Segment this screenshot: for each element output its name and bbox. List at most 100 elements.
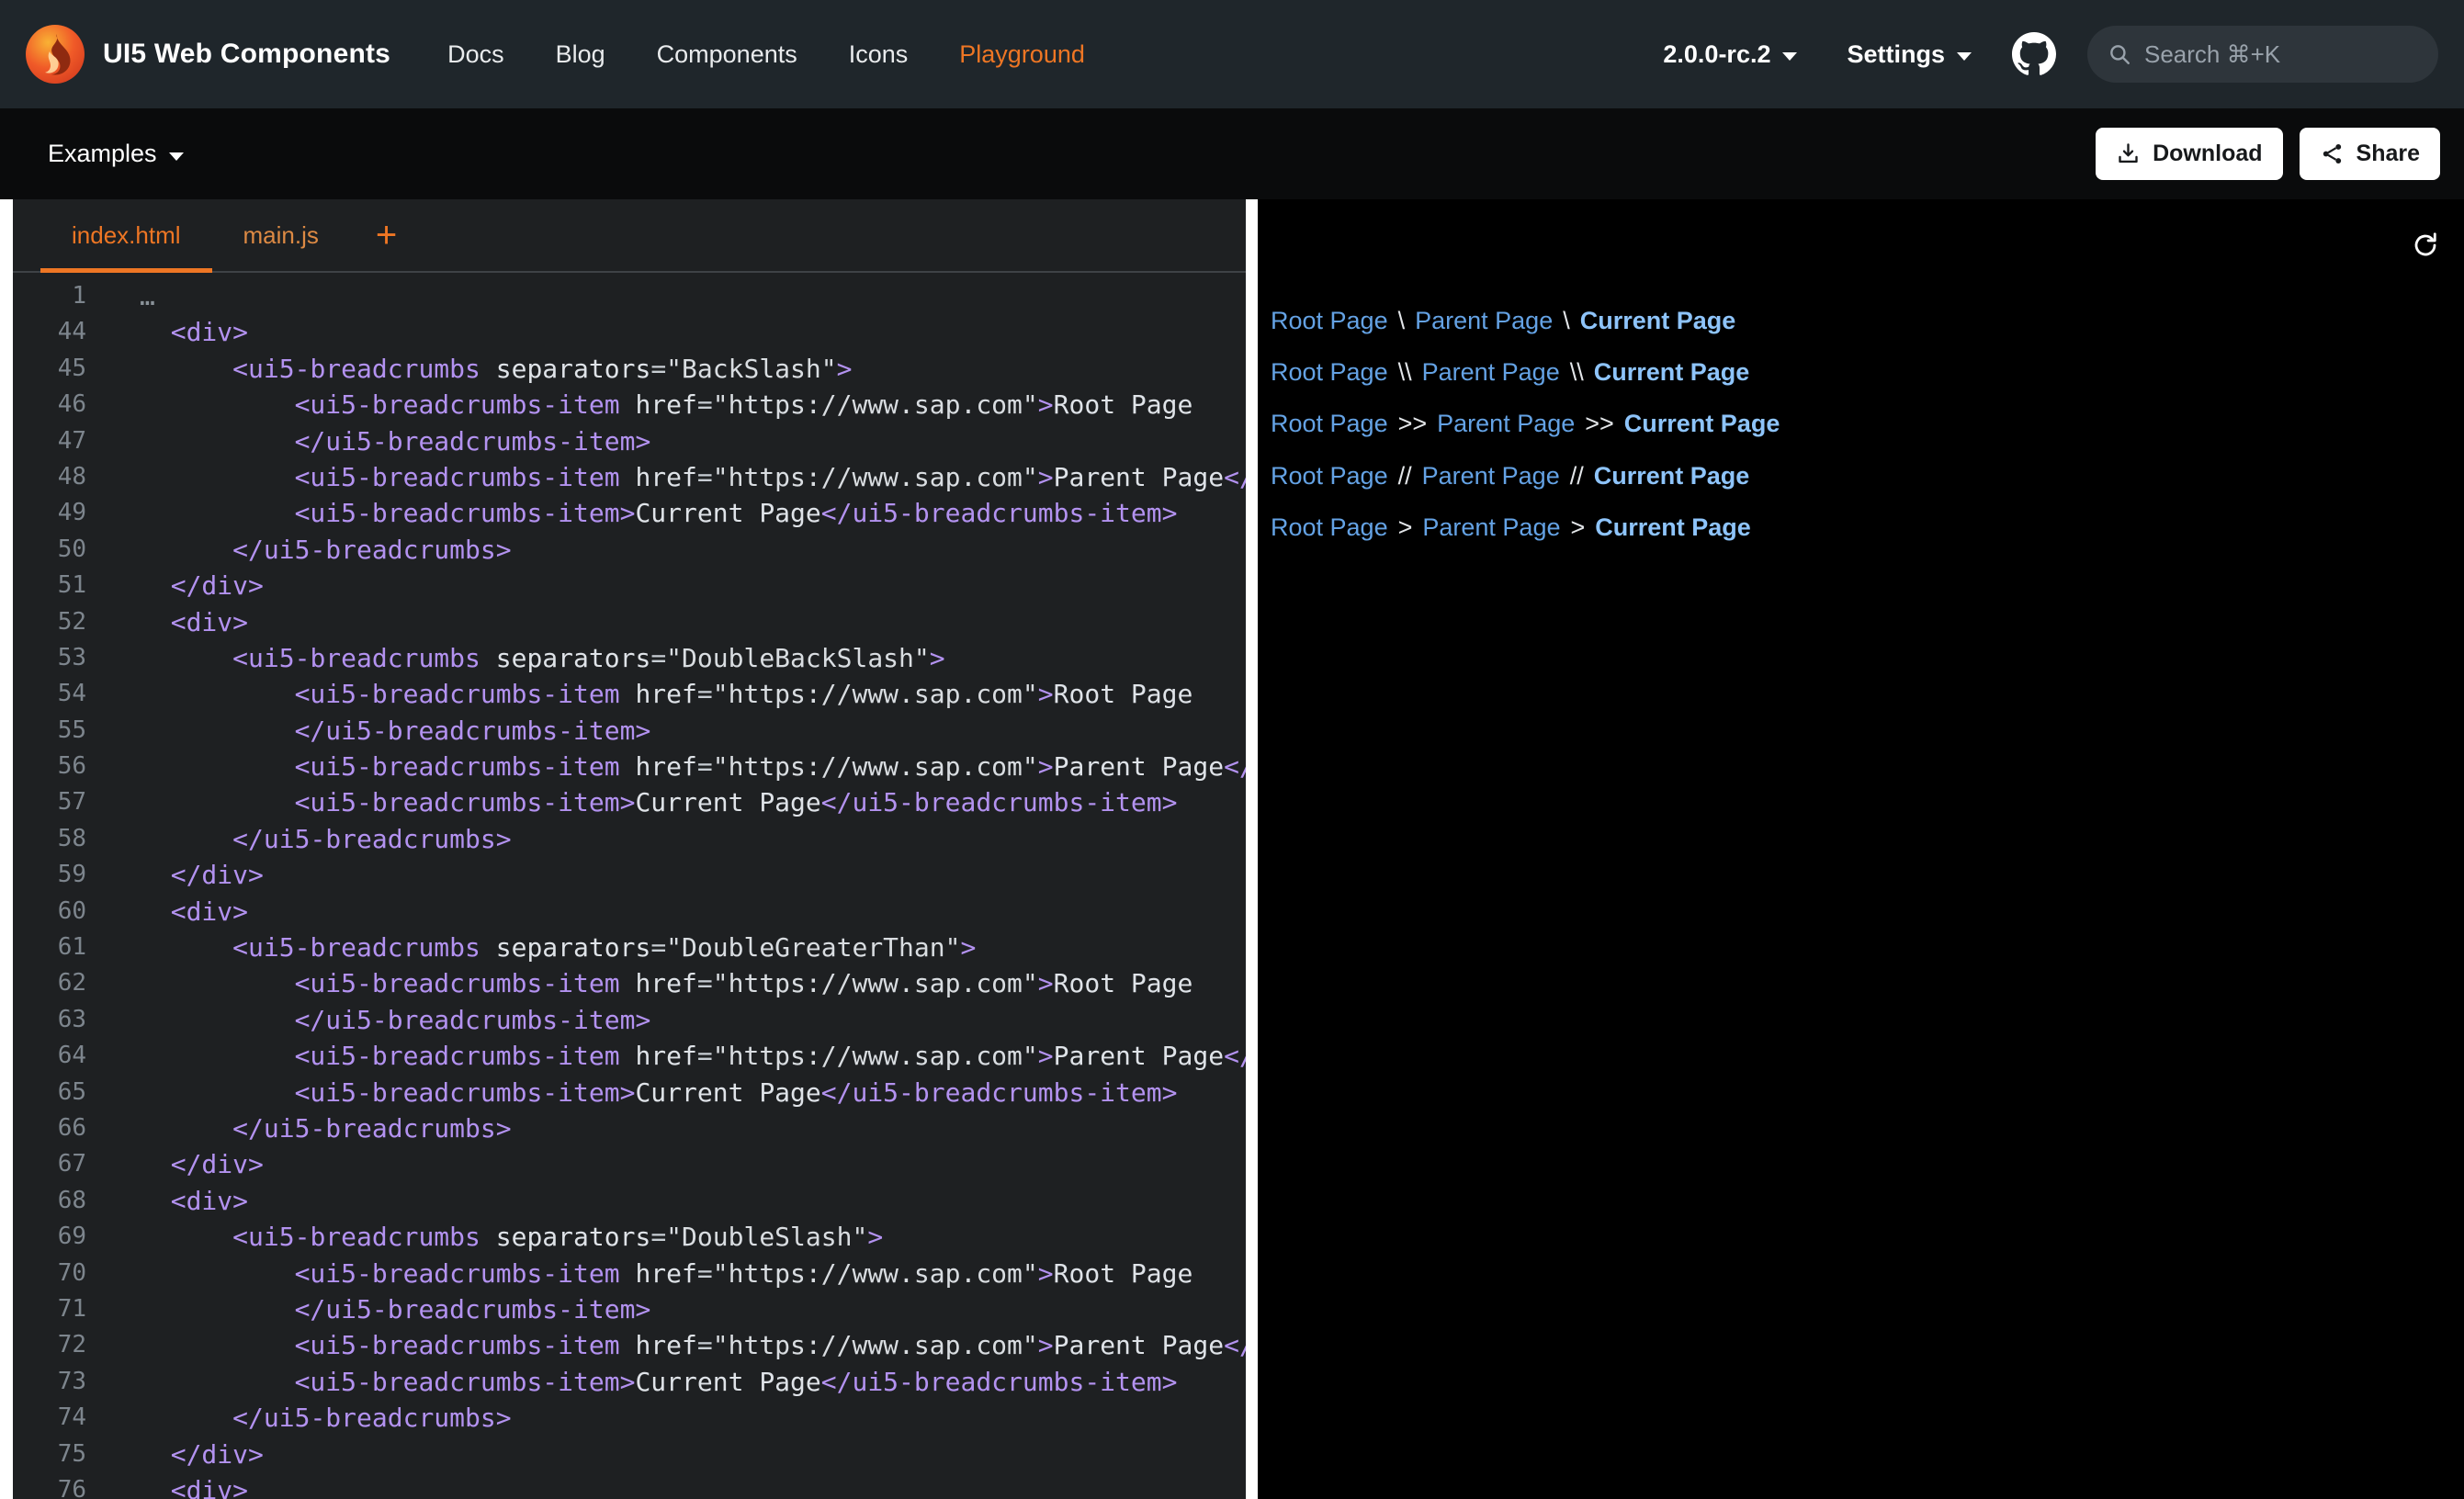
breadcrumbs-row: Root Page//Parent Page//Current Page [1271,450,2464,502]
nav-link-components[interactable]: Components [657,40,797,69]
code-area[interactable]: 1…44 <div>45 <ui5-breadcrumbs separators… [13,273,1246,1499]
breadcrumbs-row: Root Page\Parent Page\Current Page [1271,295,2464,346]
line-number: 68 [13,1183,86,1219]
code-line-text: <ui5-breadcrumbs-item href="https://www.… [86,676,1246,712]
breadcrumb-link[interactable]: Parent Page [1415,307,1553,335]
line-number: 54 [13,676,86,712]
download-label: Download [2153,141,2262,167]
line-number: 65 [13,1075,86,1110]
pane-splitter[interactable] [1246,199,1258,1499]
share-label: Share [2357,141,2420,167]
code-line: 44 <div> [13,314,1246,350]
line-number: 48 [13,459,86,495]
line-number: 73 [13,1364,86,1400]
breadcrumb-link[interactable]: Root Page [1271,462,1388,490]
breadcrumb-separator: // [1398,462,1412,490]
add-tab-button[interactable]: + [350,199,423,271]
code-line: 60 <div> [13,894,1246,930]
code-line: 62 <ui5-breadcrumbs-item href="https://w… [13,965,1246,1001]
breadcrumb-separator: \\ [1570,358,1584,387]
code-line-text: </div> [86,1146,1246,1182]
nav-link-playground[interactable]: Playground [959,40,1085,69]
download-icon [2116,141,2141,166]
code-line: 69 <ui5-breadcrumbs separators="DoubleSl… [13,1219,1246,1255]
code-line-text: <ui5-breadcrumbs separators="DoubleGreat… [86,930,1246,965]
code-line-text: </ui5-breadcrumbs-item> [86,713,1246,749]
line-number: 63 [13,1002,86,1038]
examples-toolbar: Examples Download Share [0,108,2464,199]
tab-main.js[interactable]: main.js [212,199,350,271]
share-button[interactable]: Share [2300,128,2440,180]
code-line: 50 </ui5-breadcrumbs> [13,532,1246,568]
code-line-text: <ui5-breadcrumbs-item>Current Page</ui5-… [86,495,1246,531]
breadcrumb-link[interactable]: Root Page [1271,410,1388,438]
code-line: 51 </div> [13,568,1246,603]
code-editor-pane: index.htmlmain.js + 1…44 <div>45 <ui5-br… [13,199,1246,1499]
download-button[interactable]: Download [2096,128,2282,180]
line-number: 74 [13,1400,86,1436]
editor-tabbar: index.htmlmain.js + [13,199,1246,273]
breadcrumb-link[interactable]: Parent Page [1422,513,1560,542]
code-line: 66 </ui5-breadcrumbs> [13,1110,1246,1146]
code-line-text: </ui5-breadcrumbs-item> [86,423,1246,459]
nav-link-blog[interactable]: Blog [556,40,605,69]
code-line-text: <ui5-breadcrumbs-item href="https://www.… [86,459,1246,495]
breadcrumb-current: Current Page [1595,513,1751,542]
line-number: 55 [13,713,86,749]
ui5-logo-icon[interactable] [26,25,85,84]
line-number: 52 [13,604,86,640]
breadcrumb-link[interactable]: Root Page [1271,307,1388,335]
breadcrumb-link[interactable]: Root Page [1271,358,1388,387]
code-line-text: </div> [86,857,1246,893]
line-number: 67 [13,1146,86,1182]
examples-label: Examples [48,140,157,168]
editor-tabs: index.htmlmain.js [40,199,350,271]
tab-index.html[interactable]: index.html [40,199,212,271]
breadcrumb-link[interactable]: Root Page [1271,513,1388,542]
code-line: 47 </ui5-breadcrumbs-item> [13,423,1246,459]
breadcrumb-separator: // [1570,462,1584,490]
code-line: 53 <ui5-breadcrumbs separators="DoubleBa… [13,640,1246,676]
code-line-text: <ui5-breadcrumbs-item>Current Page</ui5-… [86,1364,1246,1400]
examples-dropdown[interactable]: Examples [48,140,184,168]
code-line-text: <ui5-breadcrumbs-item>Current Page</ui5-… [86,784,1246,820]
code-line: 54 <ui5-breadcrumbs-item href="https://w… [13,676,1246,712]
breadcrumb-separator: > [1398,513,1413,542]
breadcrumb-current: Current Page [1580,307,1736,335]
github-icon[interactable] [2012,32,2056,76]
code-line-text: <ui5-breadcrumbs-item href="https://www.… [86,1327,1246,1363]
version-dropdown[interactable]: 2.0.0-rc.2 [1663,40,1797,69]
line-number: 53 [13,640,86,676]
code-line-text: </ui5-breadcrumbs-item> [86,1002,1246,1038]
code-line-text: <div> [86,1472,1246,1499]
code-line-text: </ui5-breadcrumbs> [86,1400,1246,1436]
code-line: 70 <ui5-breadcrumbs-item href="https://w… [13,1256,1246,1291]
breadcrumb-link[interactable]: Parent Page [1437,410,1575,438]
nav-link-icons[interactable]: Icons [849,40,909,69]
version-label: 2.0.0-rc.2 [1663,40,1770,69]
line-number: 49 [13,495,86,531]
code-line: 58 </ui5-breadcrumbs> [13,821,1246,857]
code-line-text: </div> [86,1437,1246,1472]
code-line: 74 </ui5-breadcrumbs> [13,1400,1246,1436]
code-line: 61 <ui5-breadcrumbs separators="DoubleGr… [13,930,1246,965]
settings-dropdown[interactable]: Settings [1847,40,1972,69]
breadcrumb-separator: \ [1398,307,1406,335]
nav-link-docs[interactable]: Docs [447,40,504,69]
refresh-icon[interactable] [2411,231,2440,260]
line-number: 66 [13,1110,86,1146]
breadcrumb-link[interactable]: Parent Page [1422,462,1560,490]
breadcrumb-link[interactable]: Parent Page [1422,358,1560,387]
code-line-text: </ui5-breadcrumbs> [86,821,1246,857]
breadcrumb-current: Current Page [1594,358,1750,387]
playground-content: index.htmlmain.js + 1…44 <div>45 <ui5-br… [0,199,2464,1499]
share-icon [2320,141,2345,166]
code-line: 73 <ui5-breadcrumbs-item>Current Page</u… [13,1364,1246,1400]
code-line: 76 <div> [13,1472,1246,1499]
code-line: 49 <ui5-breadcrumbs-item>Current Page</u… [13,495,1246,531]
code-line-text: </ui5-breadcrumbs> [86,532,1246,568]
code-line: 52 <div> [13,604,1246,640]
search-input[interactable] [2144,40,2418,69]
line-number: 64 [13,1038,86,1074]
line-number: 46 [13,387,86,423]
